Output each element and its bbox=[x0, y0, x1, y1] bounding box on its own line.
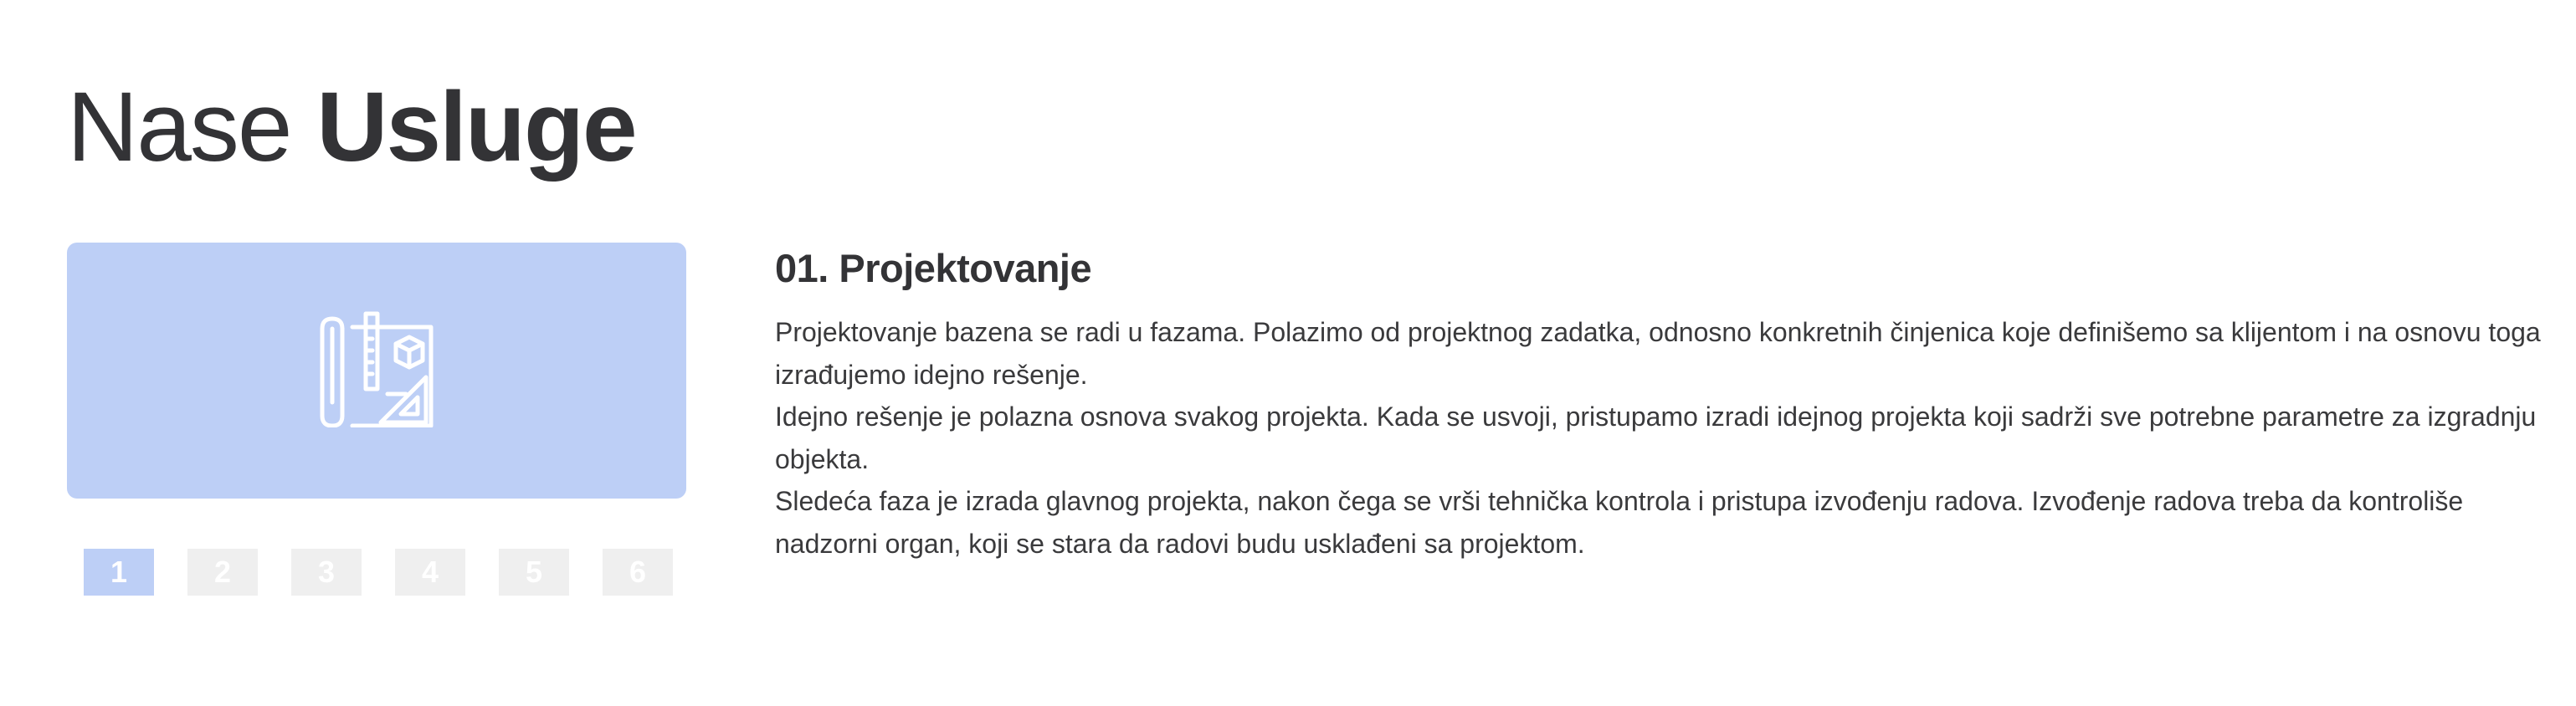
pager-button-3[interactable]: 3 bbox=[291, 549, 362, 596]
service-paragraph: Projektovanje bazena se radi u fazama. P… bbox=[775, 317, 2541, 390]
pager-button-5[interactable]: 5 bbox=[499, 549, 569, 596]
service-paragraph: Idejno rešenje je polazna osnova svakog … bbox=[775, 402, 2537, 474]
page-title-regular: Nase bbox=[67, 72, 292, 182]
pager-button-1[interactable]: 1 bbox=[84, 549, 154, 596]
page-title-bold: Usluge bbox=[316, 72, 637, 182]
pager-button-4[interactable]: 4 bbox=[395, 549, 465, 596]
service-paragraph: Sledeća faza je izrada glavnog projekta,… bbox=[775, 486, 2464, 559]
service-description: Projektovanje bazena se radi u fazama. P… bbox=[775, 311, 2541, 565]
pager-button-2[interactable]: 2 bbox=[187, 549, 258, 596]
service-content: 01. Projektovanje Projektovanje bazena s… bbox=[775, 243, 2541, 565]
blueprint-design-icon bbox=[314, 310, 439, 432]
service-pager: 1 2 3 4 5 6 bbox=[84, 549, 673, 596]
service-image-card bbox=[67, 243, 686, 499]
service-title: 01. Projektovanje bbox=[775, 246, 1092, 290]
pager-button-6[interactable]: 6 bbox=[603, 549, 673, 596]
page-title: Nase Usluge bbox=[67, 69, 638, 186]
